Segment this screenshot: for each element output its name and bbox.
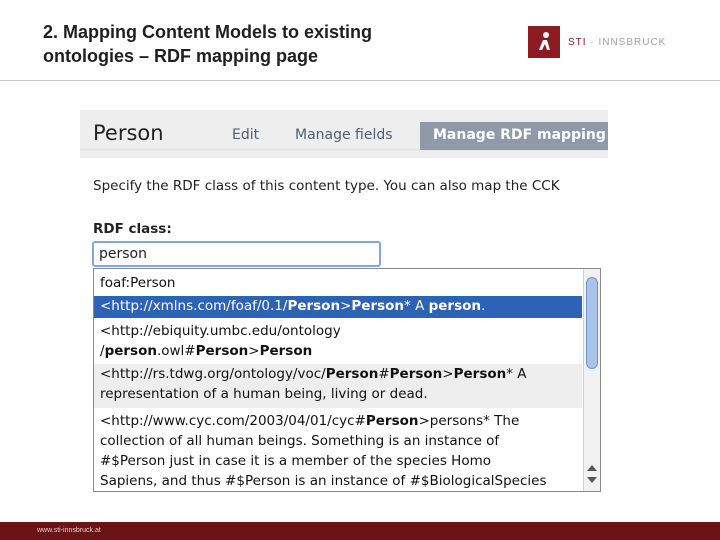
logo-place: INNSBRUCK <box>598 36 667 48</box>
scrollbar-thumb[interactable] <box>586 277 598 369</box>
suggestion-match: Person <box>389 366 443 382</box>
header-divider <box>0 80 720 81</box>
rdf-class-label: RDF class: <box>93 221 172 237</box>
suggestion-match: Person <box>365 413 419 429</box>
tab-manage-rdf-mapping[interactable]: Manage RDF mapping <box>420 122 608 150</box>
logo-brand: STI <box>568 36 587 48</box>
sti-logo-icon <box>528 26 560 58</box>
suggestion-text: Sapiens, and thus #$Person is an instanc… <box>100 473 547 489</box>
suggestion-text: #$Person just in case it is a member of … <box>100 453 491 469</box>
suggestion-match: person <box>104 343 157 359</box>
suggestion-text: <http://www.cyc.com/2003/04/01/cyc# <box>100 413 366 429</box>
scroll-down-arrow-icon[interactable] <box>587 477 597 483</box>
suggestion-text: > <box>442 366 454 382</box>
rdf-class-input[interactable]: person <box>92 241 381 267</box>
suggestion-text: >persons* The <box>418 413 520 429</box>
suggestion-ebiquity[interactable]: <http://ebiquity.umbc.edu/ontology/perso… <box>94 321 582 363</box>
autocomplete-dropdown: foaf:Person <http://xmlns.com/foaf/0.1/P… <box>93 268 601 492</box>
suggestion-text: > <box>340 298 352 314</box>
page-description: Specify the RDF class of this content ty… <box>93 178 560 194</box>
scroll-up-arrow-icon[interactable] <box>587 465 597 471</box>
suggestion-tdwg[interactable]: <http://rs.tdwg.org/ontology/voc/Person#… <box>94 364 582 408</box>
sti-logo-text: STI · INNSBRUCK <box>568 37 666 48</box>
slide-footer: www.sti-innsbruck.at <box>0 522 720 540</box>
suggestion-match: Person <box>287 298 341 314</box>
suggestion-match: Person <box>351 298 405 314</box>
suggestion-cyc[interactable]: <http://www.cyc.com/2003/04/01/cyc#Perso… <box>94 411 582 491</box>
dropdown-scrollbar[interactable] <box>583 269 600 491</box>
suggestion-match: person <box>428 298 482 314</box>
suggestion-text: . <box>481 298 486 314</box>
suggestion-text: <http://xmlns.com/foaf/0.1/ <box>100 298 288 314</box>
tab-manage-fields[interactable]: Manage fields <box>295 127 393 143</box>
slide-title-line-1: 2. Mapping Content Models to existing <box>43 22 373 42</box>
tab-edit[interactable]: Edit <box>232 127 259 143</box>
suggestion-match: Person <box>195 343 249 359</box>
suggestion-foaf-person[interactable]: foaf:Person <box>94 273 582 295</box>
suggestion-text: <http://rs.tdwg.org/ontology/voc/ <box>100 366 326 382</box>
suggestion-text: <http://ebiquity.umbc.edu/ontology <box>100 323 341 339</box>
suggestion-text: representation of a human being, living … <box>100 386 428 402</box>
suggestion-text: > <box>248 343 260 359</box>
suggestion-foaf-uri[interactable]: <http://xmlns.com/foaf/0.1/Person>Person… <box>94 296 582 318</box>
page-title: Person <box>93 121 164 145</box>
suggestion-text: collection of all human beings. Somethin… <box>100 433 500 449</box>
suggestion-text: foaf:Person <box>100 275 176 291</box>
sti-logo: STI · INNSBRUCK <box>528 26 666 58</box>
logo-separator: · <box>586 36 599 48</box>
rdf-mapping-screenshot: Person Edit Manage fields Manage RDF map… <box>80 110 608 494</box>
suggestion-text: * A <box>404 298 429 314</box>
suggestion-text: * A <box>506 366 527 382</box>
suggestion-match: Person <box>325 366 379 382</box>
suggestion-text: .owl# <box>156 343 196 359</box>
footer-url: www.sti-innsbruck.at <box>37 527 101 534</box>
slide-title: 2. Mapping Content Models to existing on… <box>43 20 463 68</box>
suggestion-text: # <box>378 366 390 382</box>
suggestion-match: Person <box>259 343 313 359</box>
suggestion-match: Person <box>453 366 507 382</box>
slide-title-line-2: ontologies – RDF mapping page <box>43 46 319 66</box>
